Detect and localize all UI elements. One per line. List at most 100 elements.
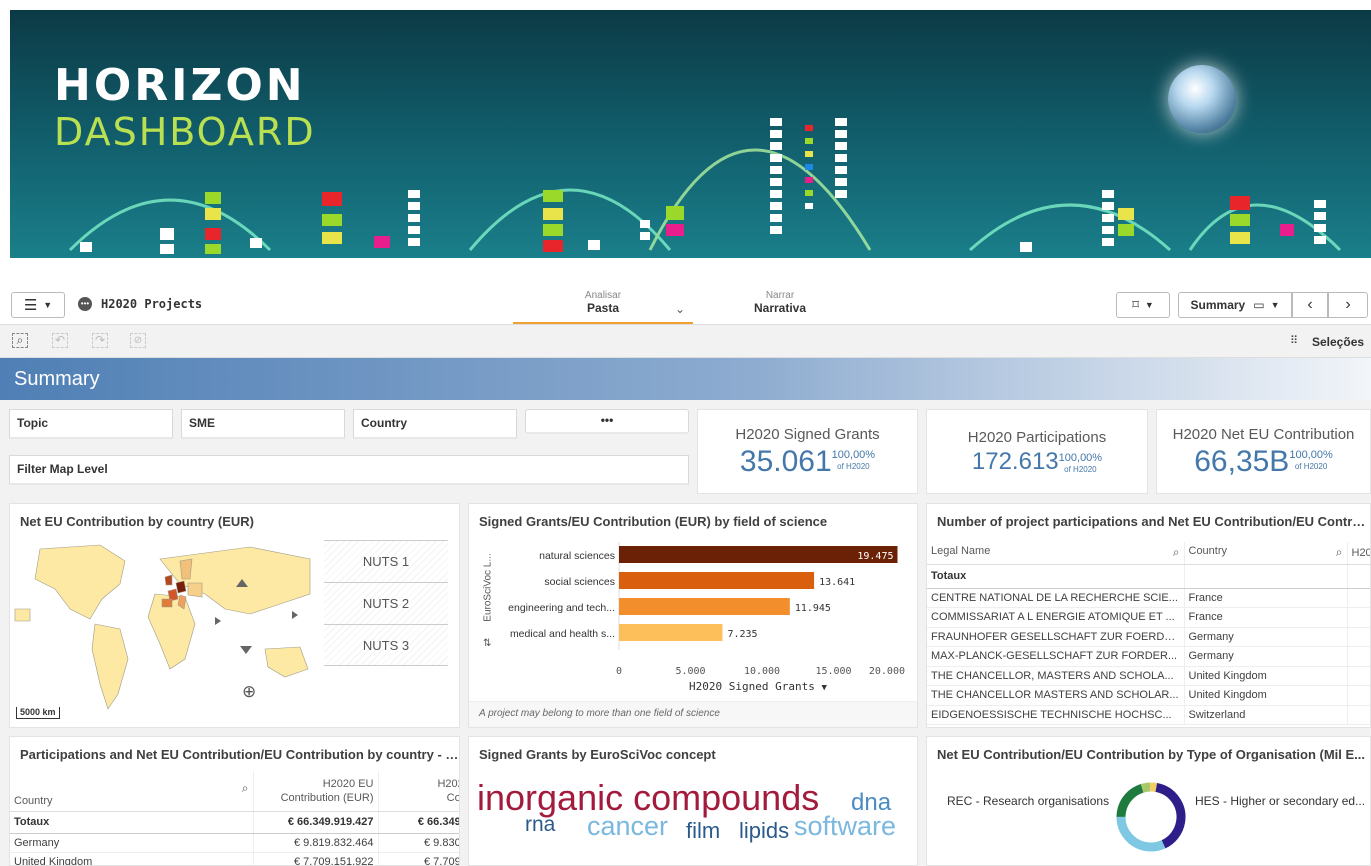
value-cell [1346,607,1370,628]
tab-narrate-sub: Narrativa [753,301,807,315]
tab-narrate[interactable]: Narrar Narrativa [700,290,860,324]
col-header-legal-name[interactable]: Legal Name ⌕ [927,542,1184,565]
legal-name-cell: MAX-PLANCK-GESELLSCHAFT ZUR FORDER... [927,646,1184,667]
navigation-menu-button[interactable]: ☰ ▼ [11,292,65,318]
col-header-country[interactable]: Country ⌕ [1183,542,1347,565]
col-header-a2: Contribution (EUR) [280,791,374,804]
nuts-1-button[interactable]: NUTS 1 [324,540,448,582]
kpi-number: 172.613 [971,448,1059,475]
kpi-value: 66,35B100,00% of H2020 [1157,445,1370,479]
value-cell [1346,646,1370,667]
selection-toolbar: ⌕ ↶ ↷ ⊘ ⠿ Seleções [0,325,1371,358]
sheet-content: Topic SME Country ••• Filter Map Level H… [0,400,1371,866]
sheet-selector-label: Summary [1190,298,1246,312]
table-row[interactable]: THE CHANCELLOR MASTERS AND SCHOLAR... Uni… [927,685,1370,706]
kpi-net-eu-contribution[interactable]: H2020 Net EU Contribution 66,35B100,00% o… [1156,409,1371,494]
data-label: 13.641 [819,577,855,588]
bar[interactable] [619,598,790,615]
col-header-a1: H2020 EU [322,777,374,790]
col-header-h2020[interactable]: H20 [1346,542,1370,565]
next-sheet-button[interactable]: › [1328,292,1368,318]
search-icon[interactable]: ⌕ [242,781,249,796]
nuts-2-button[interactable]: NUTS 2 [324,582,448,624]
table-row[interactable]: THE CHANCELLOR, MASTERS AND SCHOLA... Uni… [927,666,1370,686]
chevron-down-icon: ▼ [1144,300,1154,310]
banner-title-horizon: HORIZON [54,60,306,111]
table-row[interactable]: Germany€ 9.819.832.464€ 9.830.89 [10,833,459,853]
table-row[interactable]: EIDGENOESSISCHE TECHNISCHE HOCHSC... Swit… [927,705,1370,725]
tick-label: 10.000 [744,666,780,677]
map-scale: 5000 km [16,707,60,719]
word-software[interactable]: software [794,811,896,842]
chevron-down-icon[interactable]: ⌄ [675,302,685,316]
category-label: social sciences [544,576,615,588]
word-film[interactable]: film [686,818,720,844]
selections-label[interactable]: Seleções [1312,335,1364,349]
sheet-icon: ▭ [1253,298,1265,312]
tab-analyze[interactable]: Analisar Pasta ⌄ [513,290,693,324]
word-cancer[interactable]: cancer [587,811,668,842]
participations-table-panel: Number of project participations and Net… [926,503,1371,728]
bar-chart[interactable]: natural sciences 19.475 social sciences 13.… [469,538,909,698]
sheet-selector[interactable]: Summary ▭ ▼ [1178,292,1292,318]
chevron-down-icon: ▼ [43,300,53,310]
filter-topic[interactable]: Topic [9,409,173,439]
donut-chart[interactable] [1111,777,1191,857]
col-header-legal-name-label: Legal Name [931,545,991,558]
filter-more-button[interactable]: ••• [525,409,689,434]
clear-selections-icon[interactable]: ⊘ [130,333,146,348]
col-header-b1: H2020 I [437,777,459,790]
word-rna[interactable]: rna [525,813,555,837]
filter-country[interactable]: Country [353,409,517,439]
step-forward-icon[interactable]: ↷ [92,333,108,348]
bookmark-button[interactable]: ⌑ ▼ [1116,292,1170,318]
step-back-icon[interactable]: ↶ [52,333,68,348]
word-lipids[interactable]: lipids [739,818,789,844]
kpi-value: 172.613100,00% of H2020 [927,448,1147,476]
col-header-eu-contribution[interactable]: H2020 EU Contribution (EUR) [252,771,378,812]
x-axis-title[interactable]: H2020 Signed Grants ▼ [689,680,827,693]
bar[interactable] [619,624,723,641]
map-scale-label: 5000 km [20,707,56,717]
table-row[interactable]: FRAUNHOFER GESELLSCHAFT ZUR FOERDE... Ger… [927,627,1370,647]
filter-map-level[interactable]: Filter Map Level [9,455,689,485]
tick-label: 15.000 [815,666,851,677]
search-icon[interactable]: ⌕ [1173,545,1180,560]
table-row[interactable]: COMMISSARIAT A L ENERGIE ATOMIQUE ET ...… [927,607,1370,628]
bar[interactable] [619,572,815,589]
kpi-percent: 100,00% [831,449,876,461]
app-icon: ••• [78,297,92,311]
data-label: 7.235 [727,629,757,640]
col-header-country[interactable]: Country ⌕ [10,771,253,812]
table-row[interactable]: MAX-PLANCK-GESELLSCHAFT ZUR FORDER... Ger… [927,646,1370,667]
world-map[interactable] [10,539,325,724]
map-region-scandinavia[interactable] [179,558,193,580]
map-panel: Net EU Contribution by country (EUR) NUT… [9,503,460,728]
smart-search-icon[interactable]: ⌕ [12,333,28,348]
country-table-panel: Participations and Net EU Contribution/E… [9,736,460,866]
value-cell [1346,588,1370,608]
country-cell: United Kingdom [1183,666,1347,686]
kpi-title: H2020 Participations [967,429,1107,446]
bar[interactable] [619,546,898,563]
search-icon[interactable]: ⌕ [1336,545,1343,560]
horizon-dashboard-banner: HORIZON DASHBOARD [10,10,1371,258]
kpi-signed-grants[interactable]: H2020 Signed Grants 35.061100,00% of H202… [697,409,918,494]
panel-title: Net EU Contribution by country (EUR) [20,514,254,529]
selections-icon[interactable]: ⠿ [1290,334,1298,347]
map-region-eastern-europe[interactable] [187,582,203,598]
legal-name-cell: FRAUNHOFER GESELLSCHAFT ZUR FOERDE... [927,627,1184,647]
table-row[interactable]: CENTRE NATIONAL DE LA RECHERCHE SCIE... F… [927,588,1370,608]
zoom-in-icon[interactable]: ⊕ [242,682,256,702]
totals-country [1183,564,1347,589]
col-header-net-contribution[interactable]: H2020 IContri [377,771,459,812]
map-region-uk[interactable] [164,574,173,586]
table-row[interactable]: United Kingdom€ 7.709.151.922€ 7.709.39 [10,852,459,865]
map-region-germany[interactable] [175,580,187,594]
country-cell: Germany [10,833,253,853]
previous-sheet-button[interactable]: ‹ [1292,292,1328,318]
nuts-3-button[interactable]: NUTS 3 [324,624,448,666]
filter-sme[interactable]: SME [181,409,345,439]
map-region-spain[interactable] [161,598,173,608]
kpi-participations[interactable]: H2020 Participations 172.613100,00% of H2… [926,409,1148,494]
